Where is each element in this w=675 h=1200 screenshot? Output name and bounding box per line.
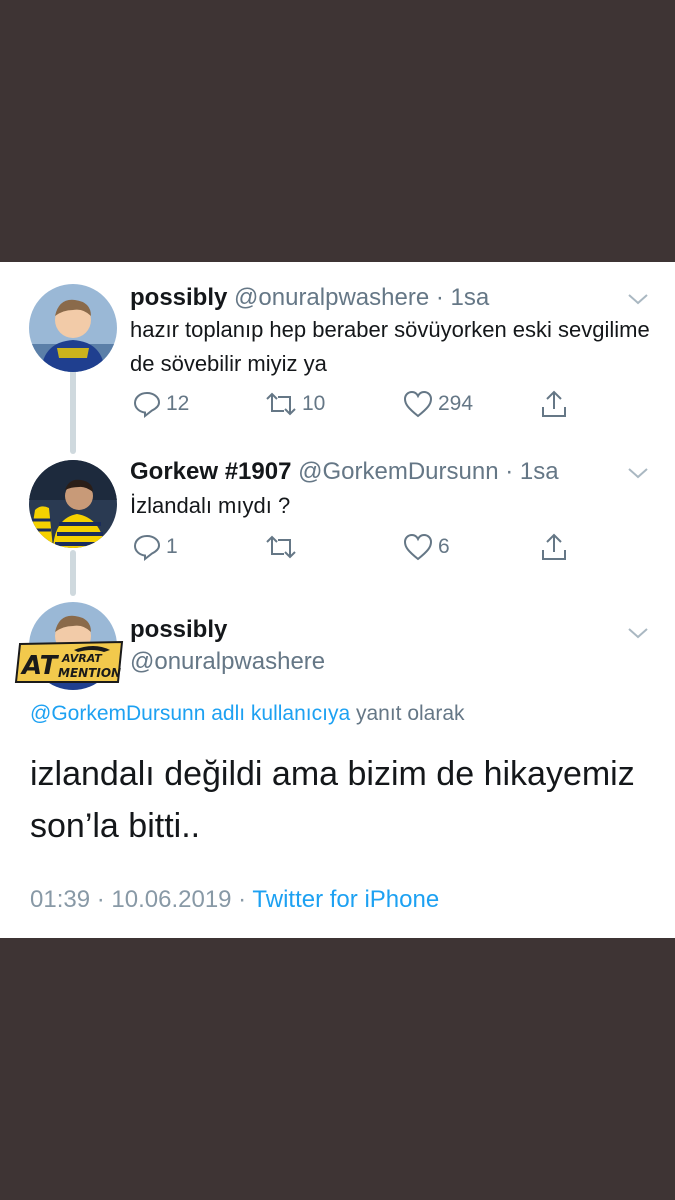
like-count: 294 (438, 392, 474, 415)
reply-count: 1 (166, 535, 178, 558)
chevron-down-icon[interactable] (625, 620, 651, 646)
separator: · (231, 886, 253, 913)
display-name[interactable]: Gorkew #1907 (130, 458, 291, 485)
reply-icon (133, 391, 161, 419)
tweet-thread-card: possibly @onuralpwashere · 1sa hazır top… (0, 262, 675, 938)
display-name[interactable]: possibly (130, 616, 227, 644)
reply-button[interactable]: 12 (132, 389, 189, 419)
share-button[interactable] (539, 389, 573, 419)
svg-text:AT: AT (20, 651, 60, 681)
separator: · (90, 886, 112, 913)
retweet-button[interactable]: 10 (264, 389, 325, 419)
retweet-icon (266, 392, 296, 416)
user-handle[interactable]: @onuralpwashere (130, 648, 325, 676)
chevron-down-icon[interactable] (625, 460, 651, 486)
separator: · (435, 284, 444, 311)
tweet-text: hazır toplanıp hep beraber sövüyorken es… (130, 317, 650, 376)
avatar[interactable] (29, 284, 117, 372)
user-handle[interactable]: @GorkemDursunn (298, 458, 498, 485)
reply-to-suffix: yanıt olarak (350, 702, 465, 725)
svg-text:AVRAT: AVRAT (61, 652, 103, 665)
heart-icon (403, 533, 433, 561)
reply-button[interactable]: 1 (132, 532, 178, 562)
svg-text:MENTION: MENTION (58, 666, 121, 680)
timestamp[interactable]: 1sa (451, 284, 490, 311)
thread-connector (70, 368, 76, 454)
share-button[interactable] (539, 532, 573, 562)
retweet-count: 10 (302, 392, 326, 415)
tweet-text-line: izlandalı değildi ama bizim de hikayemiz (30, 755, 635, 793)
chevron-down-icon[interactable] (625, 286, 651, 312)
share-icon (542, 533, 566, 560)
reply-count: 12 (166, 392, 190, 415)
tweet-text-line: son’la bitti.. (30, 807, 201, 845)
timestamp[interactable]: 1sa (520, 458, 559, 485)
reply-to-link[interactable]: @GorkemDursunn adlı kullanıcıya (30, 702, 350, 725)
like-button[interactable]: 294 (402, 389, 473, 419)
like-count: 6 (438, 535, 450, 558)
thread-connector (70, 550, 76, 596)
heart-icon (403, 390, 433, 418)
retweet-button[interactable] (264, 532, 302, 562)
retweet-icon (266, 535, 296, 559)
tweet-meta: 01:39 · 10.06.2019 · Twitter for iPhone (30, 886, 439, 914)
reply-icon (133, 534, 161, 562)
avatar[interactable] (29, 460, 117, 548)
reply-context: @GorkemDursunn adlı kullanıcıya yanıt ol… (30, 702, 465, 726)
tweet-text: İzlandalı mıydı ? (130, 493, 291, 518)
like-button[interactable]: 6 (402, 532, 450, 562)
separator: · (505, 458, 514, 485)
user-handle[interactable]: @onuralpwashere (234, 284, 429, 311)
display-name[interactable]: possibly (130, 284, 227, 311)
tweet-header: Gorkew #1907 @GorkemDursunn · 1sa (130, 458, 559, 486)
share-icon (542, 390, 566, 417)
tweet-header: possibly @onuralpwashere · 1sa (130, 284, 489, 312)
watermark-logo: AT AVRAT MENTION (14, 640, 124, 683)
tweet-source-link[interactable]: Twitter for iPhone (252, 886, 439, 913)
tweet-date[interactable]: 10.06.2019 (111, 886, 231, 913)
tweet-time[interactable]: 01:39 (30, 886, 90, 913)
tweet-text: izlandalı değildi ama bizim de hikayemiz… (30, 748, 650, 852)
